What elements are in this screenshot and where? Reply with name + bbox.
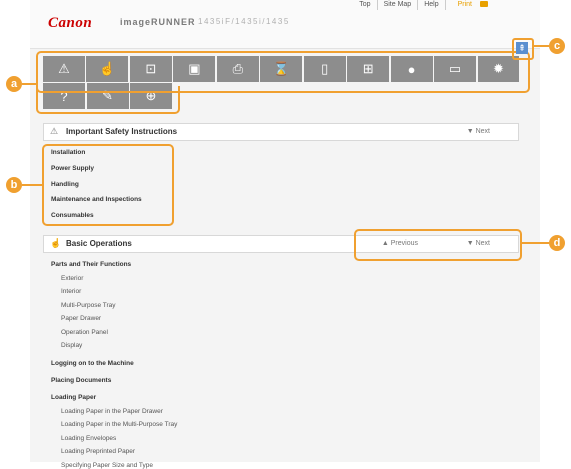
warning-icon: ⚠ bbox=[50, 126, 59, 136]
callout-b: b bbox=[6, 177, 22, 193]
safety-link[interactable]: Power Supply bbox=[51, 165, 94, 172]
basic-sublink[interactable]: Loading Paper in the Multi-Purpose Tray bbox=[61, 421, 177, 428]
safety-link[interactable]: Maintenance and Inspections bbox=[51, 196, 142, 203]
callout-d: d bbox=[549, 235, 565, 251]
help-link[interactable]: Help bbox=[417, 0, 444, 10]
product-name: imageRUNNER bbox=[120, 17, 196, 27]
print-link[interactable]: Print bbox=[444, 0, 494, 10]
print-label: Print bbox=[457, 1, 472, 8]
top-links: Top Site Map Help Print bbox=[353, 0, 494, 10]
next-link[interactable]: ▼ Next bbox=[467, 128, 490, 135]
basic-sublink[interactable]: Operation Panel bbox=[61, 329, 108, 336]
basic-sublink[interactable]: Loading Envelopes bbox=[61, 435, 116, 442]
basic-link[interactable]: Logging on to the Machine bbox=[51, 360, 134, 367]
site-map-link[interactable]: Site Map bbox=[376, 0, 418, 10]
basic-sublink[interactable]: Loading Paper in the Paper Drawer bbox=[61, 408, 163, 415]
header: Canon imageRUNNER 1435iF/1435i/1435 Top … bbox=[30, 0, 540, 49]
top-link[interactable]: Top bbox=[353, 0, 376, 10]
basic-sublink[interactable]: Paper Drawer bbox=[61, 315, 101, 322]
section-title: Basic Operations bbox=[66, 239, 132, 248]
canon-logo[interactable]: Canon bbox=[48, 15, 92, 32]
scroll-top-icon[interactable]: ⇞ bbox=[516, 42, 528, 54]
next-label: Next bbox=[475, 128, 490, 135]
basic-sublink[interactable]: Display bbox=[61, 342, 82, 349]
callout-a: a bbox=[6, 76, 22, 92]
model-name: 1435iF/1435i/1435 bbox=[198, 17, 290, 26]
basic-sublink[interactable]: Loading Preprinted Paper bbox=[61, 448, 135, 455]
basic-sublink[interactable]: Multi-Purpose Tray bbox=[61, 302, 116, 309]
basic-link[interactable]: Parts and Their Functions bbox=[51, 261, 131, 268]
safety-link[interactable]: Handling bbox=[51, 181, 79, 188]
highlight-frame-d bbox=[354, 229, 522, 261]
callout-d-line bbox=[520, 242, 549, 244]
callout-a-line bbox=[22, 83, 36, 85]
printer-icon bbox=[480, 1, 488, 8]
highlight-frame-a-lower bbox=[36, 86, 180, 114]
hand-icon: ☝ bbox=[50, 238, 62, 248]
callout-c: c bbox=[549, 38, 565, 54]
basic-sublink[interactable]: Specifying Paper Size and Type bbox=[61, 462, 153, 469]
basic-link[interactable]: Placing Documents bbox=[51, 377, 111, 384]
callout-c-line bbox=[532, 45, 549, 47]
section-title: Important Safety Instructions bbox=[66, 127, 178, 136]
basic-sublink[interactable]: Exterior bbox=[61, 275, 83, 282]
callout-b-line bbox=[22, 184, 42, 186]
basic-sublink[interactable]: Interior bbox=[61, 288, 81, 295]
safety-link[interactable]: Consumables bbox=[51, 212, 94, 219]
basic-link[interactable]: Loading Paper bbox=[51, 394, 96, 401]
safety-link[interactable]: Installation bbox=[51, 149, 85, 156]
section-safety: ⚠ Important Safety Instructions ▼ Next bbox=[43, 123, 519, 141]
